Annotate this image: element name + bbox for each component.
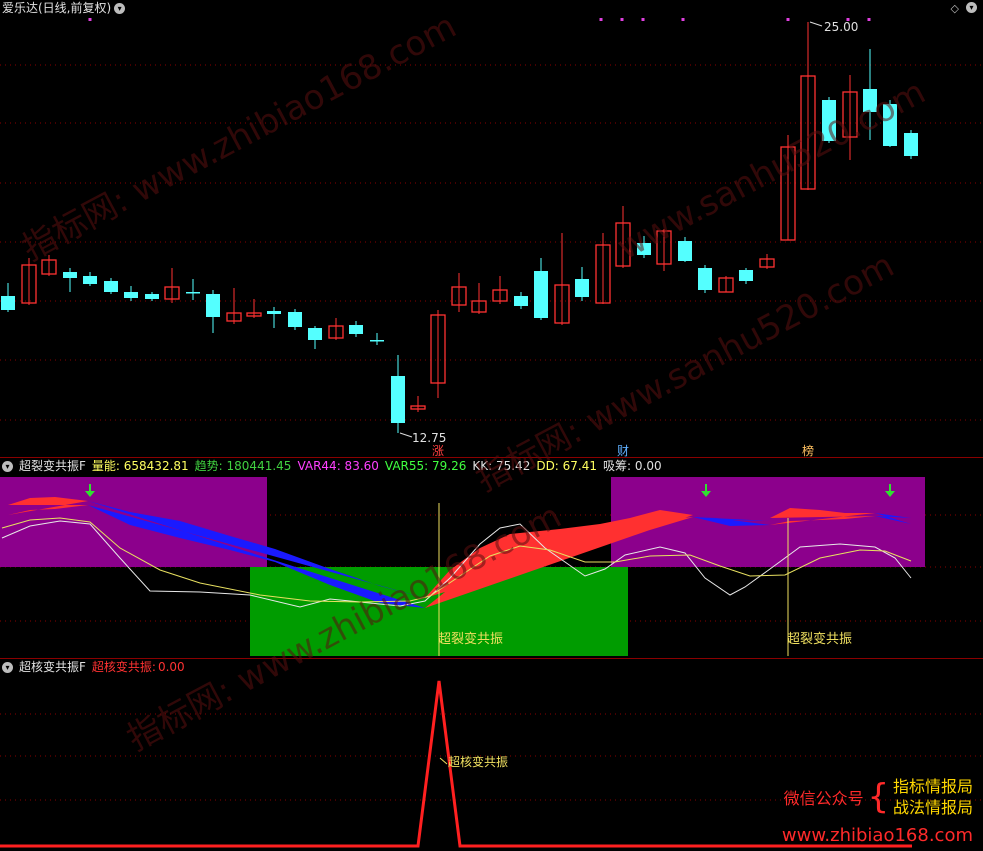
candle-body	[391, 376, 405, 423]
indicator-pane-2[interactable]: 超核变共振 ▾ 超核变共振F 超核变共振: 0.00 微信公众号 { 指标情报局 战法…	[0, 659, 983, 851]
signal-dot	[641, 18, 645, 21]
event-marker: 财	[617, 444, 629, 457]
candle-body	[186, 292, 200, 294]
candle-body	[104, 281, 118, 292]
candle-body	[883, 104, 897, 146]
low-pointer	[399, 432, 413, 438]
candle-body	[83, 276, 97, 284]
indicator-2-field-label: 超核变共振:	[91, 660, 156, 674]
candle-body	[822, 100, 836, 141]
indicator-1-field: DD: 67.41	[536, 459, 598, 473]
candle-body	[534, 271, 548, 318]
indicator-1-field: 吸筹: 0.00	[603, 459, 662, 473]
signal-dot	[681, 18, 685, 21]
candle-body	[678, 241, 692, 261]
indicator-1-field: VAR55: 79.26	[384, 459, 467, 473]
indicator-1-header: ▾ 超裂变共振F 量能: 658432.81 趋势: 180441.45 VAR44: …	[2, 458, 674, 474]
candle-body	[863, 89, 877, 112]
promo-block: 微信公众号 { 指标情报局 战法情报局	[784, 776, 973, 818]
candle-body	[739, 270, 753, 281]
candle-body	[1, 296, 15, 310]
chevron-down-icon[interactable]: ▾	[966, 2, 977, 13]
indicator-2-header: ▾ 超核变共振F 超核变共振: 0.00	[2, 659, 191, 675]
high-pointer	[809, 21, 823, 27]
indicator-1-chart: 超裂变共振 超裂变共振	[0, 477, 983, 656]
candle-body	[575, 279, 589, 297]
high-price-label: 25.00	[824, 20, 858, 34]
main-chart-pane[interactable]: 25.00 12.75 涨财榜 爱乐达(日线,前复权) ▾ ◇ ▾	[0, 0, 983, 457]
diamond-icon[interactable]: ◇	[951, 2, 959, 15]
indicator-2-chart: 超核变共振	[0, 680, 983, 848]
candle-body	[514, 296, 528, 306]
candle-body	[370, 340, 384, 342]
chevron-down-icon[interactable]: ▾	[2, 461, 13, 472]
candle-body	[698, 268, 712, 290]
promo-line-1: 指标情报局	[892, 777, 973, 796]
event-marker: 榜	[802, 443, 814, 457]
indicator-1-fields: 量能: 658432.81 趋势: 180441.45 VAR44: 83.60 VA…	[92, 459, 668, 473]
candle-body	[63, 272, 77, 278]
main-chart-title: 爱乐达(日线,前复权)	[2, 1, 112, 15]
indicator-2-title: 超核变共振F	[19, 660, 86, 674]
candle-body	[349, 325, 363, 334]
indicator-1-field: 趋势: 180441.45	[194, 459, 292, 473]
main-chart-header: 爱乐达(日线,前复权) ▾	[2, 0, 131, 16]
promo-url[interactable]: www.zhibiao168.com	[782, 825, 973, 846]
indicator-1-title: 超裂变共振F	[19, 459, 86, 473]
promo-wechat: 微信公众号	[783, 789, 864, 808]
indicator-2-field-value: 0.00	[157, 660, 185, 674]
chevron-down-icon[interactable]: ▾	[2, 662, 13, 673]
indicator-1-field: 量能: 658432.81	[91, 459, 189, 473]
signal-dot	[88, 18, 92, 21]
candle-body	[904, 133, 918, 156]
indicator-1-field: VAR44: 83.60	[297, 459, 379, 473]
signal-label: 超裂变共振	[787, 631, 852, 647]
signal-label: 超裂变共振	[438, 631, 503, 647]
indicator-1-field: KK: 75.42	[472, 459, 531, 473]
candle-body	[637, 243, 651, 255]
spike-label: 超核变共振	[448, 754, 508, 769]
signal-dot	[599, 18, 603, 21]
signal-dot	[867, 18, 871, 21]
candlestick-chart[interactable]: 25.00 12.75涨 财 榜	[0, 0, 983, 457]
brace-icon: {	[867, 777, 890, 817]
chevron-down-icon[interactable]: ▾	[114, 3, 126, 14]
indicator-pane-1[interactable]: 超裂变共振 超裂变共振 ▾ 超裂变共振F 量能: 658432.81 趋势: 18044…	[0, 458, 983, 658]
candle-body	[206, 294, 220, 317]
spike-pointer	[439, 757, 448, 765]
event-marker: 涨	[432, 443, 444, 457]
low-price-label: 12.75	[412, 431, 446, 445]
candle-body	[267, 311, 281, 314]
candle-body	[308, 328, 322, 340]
candle-body	[145, 294, 159, 299]
promo-line-2: 战法情报局	[892, 798, 973, 817]
signal-dot	[786, 18, 790, 21]
candle-body	[288, 312, 302, 327]
candle-body	[124, 292, 138, 298]
signal-dot	[620, 18, 624, 21]
